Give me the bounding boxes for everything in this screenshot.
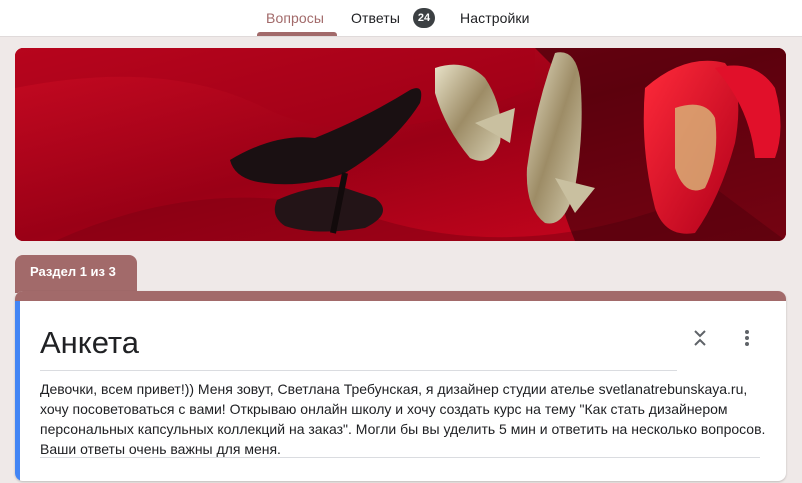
collapse-icon[interactable] <box>686 324 714 352</box>
more-vert-icon[interactable] <box>733 324 761 352</box>
tab-settings[interactable]: Настройки <box>460 0 530 36</box>
description-underline <box>40 457 760 458</box>
form-title[interactable]: Анкета <box>40 325 139 361</box>
form-description[interactable]: Девочки, всем привет!)) Меня зовут, Свет… <box>40 379 770 459</box>
section-indicator: Раздел 1 из 3 <box>15 255 137 293</box>
answers-count-badge: 24 <box>413 8 435 28</box>
tab-questions[interactable]: Вопросы <box>266 0 324 36</box>
title-underline <box>40 370 677 371</box>
form-header-card: Анкета Девочки, всем привет!)) Меня зову… <box>15 291 786 481</box>
top-tab-bar: Вопросы Ответы 24 Настройки <box>0 0 802 37</box>
card-focus-bar <box>15 301 20 481</box>
header-banner-image <box>15 48 786 241</box>
tab-answers[interactable]: Ответы <box>351 0 400 36</box>
card-accent-bar <box>15 291 786 301</box>
active-tab-indicator <box>257 32 337 36</box>
